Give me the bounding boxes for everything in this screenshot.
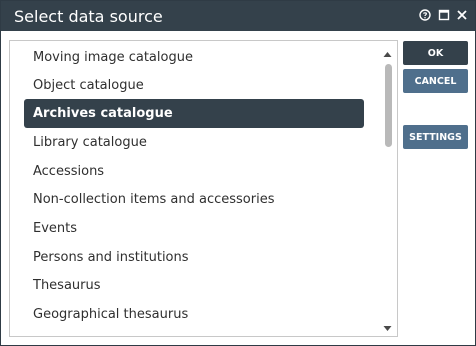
dialog-title: Select data source — [14, 7, 163, 26]
data-source-list[interactable]: Moving image catalogue Object catalogue … — [9, 40, 398, 337]
settings-button[interactable]: SETTINGS — [403, 125, 468, 149]
ok-button[interactable]: OK — [403, 41, 468, 65]
list-item[interactable]: Object catalogue — [24, 71, 364, 100]
list-item[interactable]: Accessions — [24, 157, 364, 186]
scroll-up-icon[interactable] — [383, 46, 392, 57]
list-item[interactable]: Persons and institutions — [24, 243, 364, 272]
close-icon[interactable] — [456, 9, 468, 21]
list-item[interactable]: Moving image catalogue — [24, 43, 364, 72]
scroll-down-icon[interactable] — [383, 320, 392, 331]
select-data-source-dialog: Select data source Moving image catalogu… — [0, 0, 476, 346]
cancel-button[interactable]: CANCEL — [403, 69, 468, 93]
list-item[interactable]: Non-collection items and accessories — [24, 185, 364, 214]
title-bar: Select data source — [1, 1, 475, 31]
list-item[interactable]: Events — [24, 214, 364, 243]
list-item[interactable]: Thesaurus — [24, 271, 364, 300]
scrollbar-thumb[interactable] — [385, 64, 392, 147]
help-icon[interactable] — [419, 9, 431, 21]
maximize-icon[interactable] — [438, 9, 450, 21]
list-item-selected[interactable]: Archives catalogue — [24, 99, 364, 128]
list-item[interactable]: Library catalogue — [24, 128, 364, 157]
list-item[interactable]: Geographical thesaurus — [24, 300, 364, 329]
